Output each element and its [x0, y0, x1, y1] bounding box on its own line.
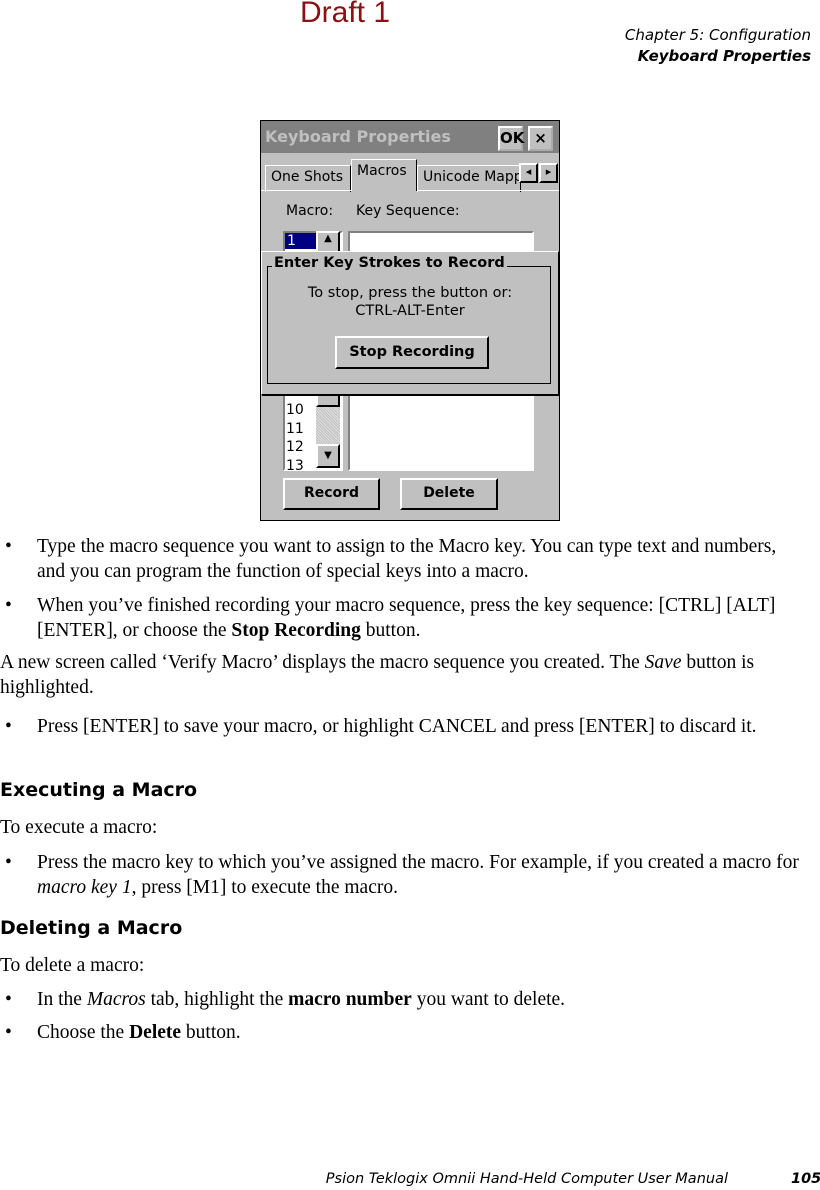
message-line: To stop, press the button or:	[307, 285, 513, 301]
tab-scroll-left-icon[interactable]: ◂	[519, 163, 538, 183]
macro-list-items: 10 11 12 13	[286, 401, 304, 475]
bullet-finish-recording: When you’ve finished recording your macr…	[37, 595, 776, 641]
scroll-down-icon[interactable]: ▼	[316, 444, 340, 468]
paragraph-verify-macro: A new screen called ‘Verify Macro’ displ…	[0, 652, 755, 698]
page-number: 105	[791, 1171, 820, 1187]
macro-label: Macro:	[286, 203, 334, 219]
paragraph-delete: To delete a macro:	[0, 955, 145, 976]
close-icon[interactable]: ×	[528, 126, 553, 151]
bullet-choose-delete: Choose the Delete button.	[37, 1022, 241, 1043]
dialog-message: To stop, press the button or: CTRL-ALT-E…	[262, 284, 558, 320]
tab-unicode-mapping[interactable]: Unicode Mapp	[417, 165, 521, 192]
macro-list-item[interactable]: 12	[286, 438, 304, 457]
bullet: •	[5, 1022, 12, 1043]
window-title: Keyboard Properties	[265, 127, 451, 146]
tab-macros[interactable]: Macros	[351, 159, 417, 191]
bullet-press-macro-key: Press the macro key to which you’ve assi…	[37, 852, 799, 898]
record-button[interactable]: Record	[283, 478, 380, 510]
macro-list-item[interactable]: 1	[285, 233, 319, 249]
heading-deleting-macro: Deleting a Macro	[0, 917, 183, 939]
message-line: CTRL-ALT-Enter	[355, 303, 465, 319]
section-header: Keyboard Properties	[637, 47, 811, 65]
bullet: •	[5, 536, 12, 557]
keyboard-properties-screenshot: Keyboard Properties OK × One Shots Macro…	[260, 120, 560, 521]
bullet: •	[5, 989, 12, 1010]
macro-list-item[interactable]: 13	[286, 457, 304, 476]
delete-button[interactable]: Delete	[400, 478, 498, 510]
chapter-header: Chapter 5: Configuration	[624, 26, 811, 44]
paragraph-execute: To execute a macro:	[0, 817, 158, 838]
bullet-save-macro: Press [ENTER] to save your macro, or hig…	[37, 716, 757, 737]
scrollbar-track[interactable]	[316, 406, 340, 446]
bullet: •	[5, 716, 12, 737]
draft-watermark: Draft 1	[300, 0, 391, 29]
tab-scroll-right-icon[interactable]: ▸	[539, 163, 558, 183]
stop-recording-button[interactable]: Stop Recording	[335, 336, 489, 369]
bullet: •	[5, 595, 12, 616]
key-sequence-label: Key Sequence:	[356, 203, 460, 219]
record-dialog: Enter Key Strokes to Record To stop, pre…	[261, 251, 559, 395]
macro-list-item[interactable]: 10	[286, 401, 304, 420]
heading-executing-macro: Executing a Macro	[0, 779, 198, 801]
scroll-up-icon[interactable]: ▲	[316, 231, 340, 253]
tab-one-shots[interactable]: One Shots	[265, 165, 351, 192]
bullet-highlight-macro: In the Macros tab, highlight the macro n…	[37, 989, 566, 1010]
bullet-type-sequence: Type the macro sequence you want to assi…	[37, 536, 777, 582]
group-title: Enter Key Strokes to Record	[272, 255, 507, 271]
macro-list-item[interactable]: 11	[286, 420, 304, 439]
bullet: •	[5, 852, 12, 873]
footer-title: Psion Teklogix Omnii Hand-Held Computer …	[325, 1171, 728, 1187]
ok-button[interactable]: OK	[498, 126, 524, 151]
